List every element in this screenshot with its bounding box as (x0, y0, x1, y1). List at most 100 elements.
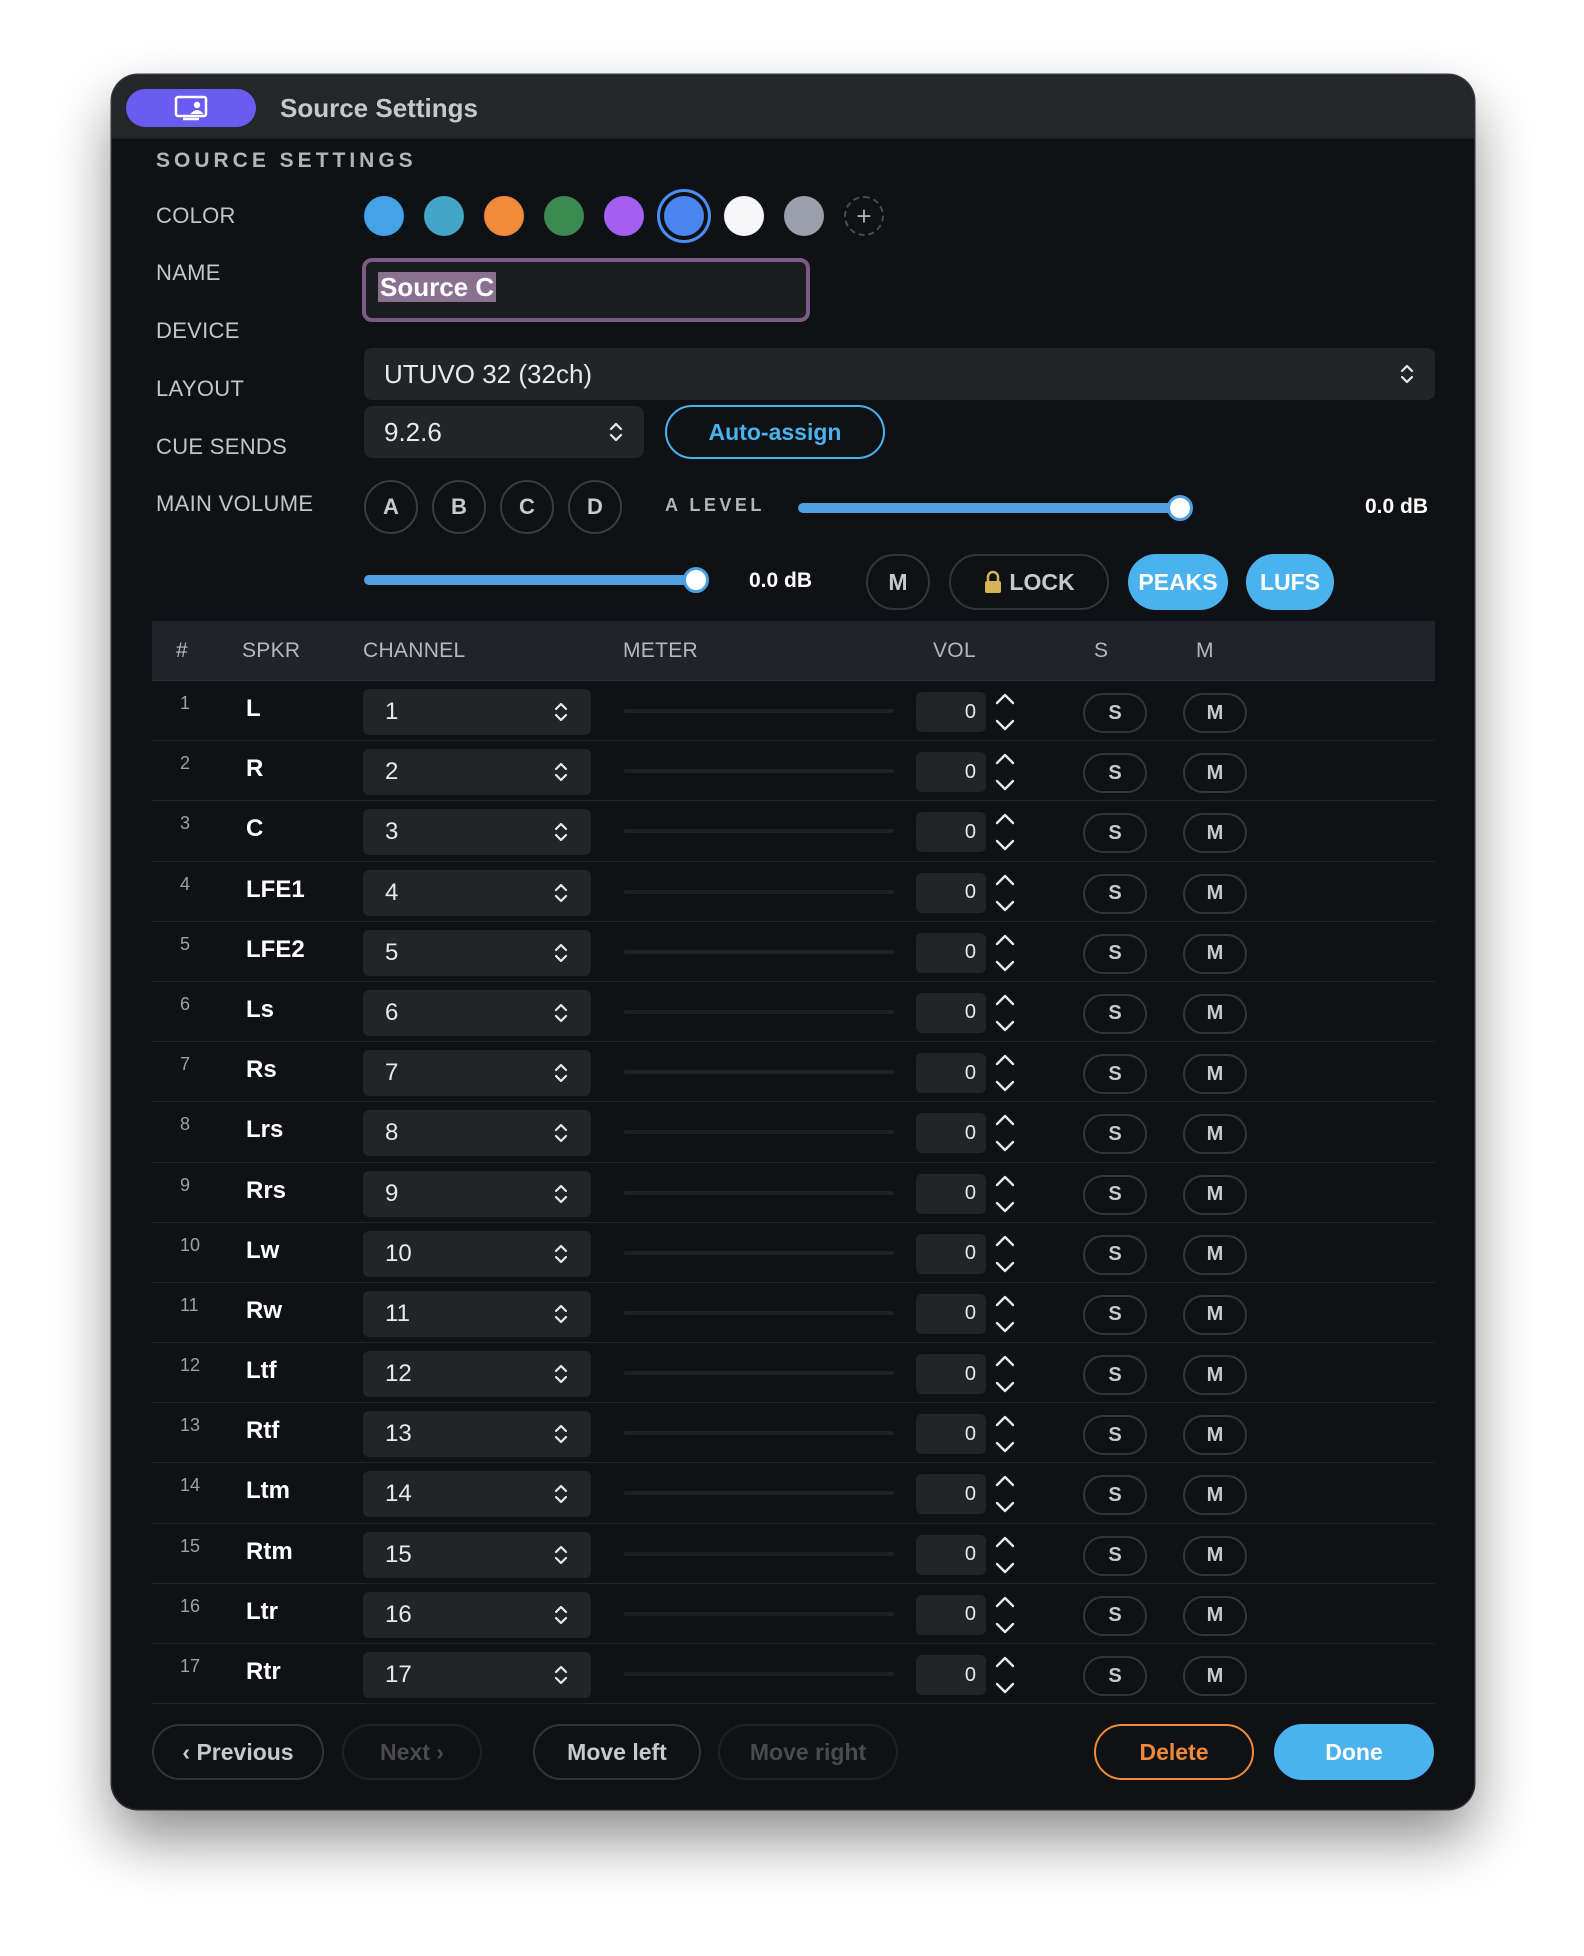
row-volume-stepper[interactable] (988, 805, 1022, 859)
cue-send-b-button[interactable]: B (432, 480, 486, 534)
row-mute-button[interactable]: M (1183, 1355, 1247, 1396)
row-volume-stepper[interactable] (988, 1407, 1022, 1461)
row-channel-select[interactable]: 13 (363, 1411, 591, 1458)
row-solo-button[interactable]: S (1083, 693, 1147, 733)
row-volume-input[interactable]: 0 (916, 1173, 986, 1214)
row-volume-stepper[interactable] (988, 1287, 1022, 1341)
color-swatch-7[interactable] (724, 196, 764, 236)
row-solo-button[interactable]: S (1083, 753, 1147, 794)
row-volume-input[interactable]: 0 (916, 752, 986, 793)
row-volume-input[interactable]: 0 (916, 692, 986, 732)
row-volume-stepper[interactable] (988, 1588, 1022, 1642)
main-volume-slider-knob[interactable] (683, 567, 709, 593)
row-solo-button[interactable]: S (1083, 1054, 1147, 1095)
row-channel-select[interactable]: 11 (363, 1290, 591, 1337)
cue-send-a-button[interactable]: A (364, 480, 418, 534)
row-mute-button[interactable]: M (1183, 693, 1247, 733)
row-channel-select[interactable]: 8 (363, 1110, 591, 1157)
cue-send-d-button[interactable]: D (568, 480, 622, 534)
color-swatch-1[interactable] (364, 196, 404, 236)
row-volume-input[interactable]: 0 (916, 1655, 986, 1695)
row-mute-button[interactable]: M (1183, 993, 1247, 1034)
row-volume-input[interactable]: 0 (916, 1293, 986, 1334)
color-swatch-2[interactable] (424, 196, 464, 236)
row-channel-select[interactable]: 9 (363, 1170, 591, 1217)
row-mute-button[interactable]: M (1183, 1174, 1247, 1215)
row-volume-stepper[interactable] (988, 1648, 1022, 1702)
row-volume-stepper[interactable] (988, 1106, 1022, 1160)
row-volume-input[interactable]: 0 (916, 812, 986, 853)
lufs-button[interactable]: LUFS (1246, 554, 1334, 610)
color-swatch-5[interactable] (604, 196, 644, 236)
row-channel-select[interactable]: 5 (363, 929, 591, 976)
row-channel-select[interactable]: 1 (363, 689, 591, 735)
row-channel-select[interactable]: 7 (363, 1050, 591, 1097)
row-mute-button[interactable]: M (1183, 1234, 1247, 1275)
row-volume-stepper[interactable] (988, 1167, 1022, 1221)
main-mute-button[interactable]: M (866, 554, 930, 610)
lock-button[interactable]: LOCK (949, 554, 1109, 610)
title-pill-button[interactable] (126, 89, 256, 127)
move-right-button[interactable]: Move right (718, 1724, 898, 1780)
row-solo-button[interactable]: S (1083, 1355, 1147, 1396)
row-channel-select[interactable]: 15 (363, 1531, 591, 1578)
row-solo-button[interactable]: S (1083, 1656, 1147, 1696)
color-swatch-4[interactable] (544, 196, 584, 236)
row-mute-button[interactable]: M (1183, 1656, 1247, 1696)
row-channel-select[interactable]: 4 (363, 869, 591, 916)
add-color-button[interactable]: + (844, 196, 884, 236)
row-volume-input[interactable]: 0 (916, 1414, 986, 1455)
row-volume-stepper[interactable] (988, 1227, 1022, 1281)
row-volume-input[interactable]: 0 (916, 1534, 986, 1575)
row-solo-button[interactable]: S (1083, 993, 1147, 1034)
row-channel-select[interactable]: 6 (363, 989, 591, 1036)
row-channel-select[interactable]: 2 (363, 749, 591, 796)
row-mute-button[interactable]: M (1183, 1535, 1247, 1576)
a-level-slider-knob[interactable] (1167, 495, 1193, 521)
row-channel-select[interactable]: 10 (363, 1230, 591, 1277)
previous-button[interactable]: ‹ Previous (152, 1724, 324, 1780)
row-volume-stepper[interactable] (988, 926, 1022, 980)
row-volume-input[interactable]: 0 (916, 1354, 986, 1395)
next-button[interactable]: Next › (342, 1724, 482, 1780)
row-mute-button[interactable]: M (1183, 753, 1247, 794)
row-volume-input[interactable]: 0 (916, 872, 986, 913)
row-volume-input[interactable]: 0 (916, 992, 986, 1033)
row-mute-button[interactable]: M (1183, 1294, 1247, 1335)
row-volume-stepper[interactable] (988, 1046, 1022, 1100)
peaks-button[interactable]: PEAKS (1128, 554, 1228, 610)
row-solo-button[interactable]: S (1083, 1294, 1147, 1335)
layout-select[interactable]: 9.2.6 (364, 406, 644, 458)
row-volume-stepper[interactable] (988, 866, 1022, 920)
row-channel-select[interactable]: 14 (363, 1471, 591, 1518)
row-mute-button[interactable]: M (1183, 1114, 1247, 1155)
delete-button[interactable]: Delete (1094, 1724, 1254, 1780)
row-mute-button[interactable]: M (1183, 1595, 1247, 1636)
row-mute-button[interactable]: M (1183, 1054, 1247, 1095)
row-mute-button[interactable]: M (1183, 1415, 1247, 1456)
row-mute-button[interactable]: M (1183, 1475, 1247, 1516)
row-volume-input[interactable]: 0 (916, 1594, 986, 1635)
row-mute-button[interactable]: M (1183, 813, 1247, 854)
row-solo-button[interactable]: S (1083, 1234, 1147, 1275)
row-volume-input[interactable]: 0 (916, 1474, 986, 1515)
move-left-button[interactable]: Move left (533, 1724, 701, 1780)
row-solo-button[interactable]: S (1083, 1475, 1147, 1516)
row-volume-stepper[interactable] (988, 986, 1022, 1040)
row-channel-select[interactable]: 3 (363, 809, 591, 856)
row-volume-stepper[interactable] (988, 1347, 1022, 1401)
done-button[interactable]: Done (1274, 1724, 1434, 1780)
row-channel-select[interactable]: 16 (363, 1591, 591, 1638)
row-volume-stepper[interactable] (988, 685, 1022, 739)
row-volume-input[interactable]: 0 (916, 1113, 986, 1154)
row-volume-input[interactable]: 0 (916, 1233, 986, 1274)
color-swatch-3[interactable] (484, 196, 524, 236)
row-channel-select[interactable]: 17 (363, 1652, 591, 1698)
row-solo-button[interactable]: S (1083, 1595, 1147, 1636)
row-volume-input[interactable]: 0 (916, 932, 986, 973)
row-mute-button[interactable]: M (1183, 933, 1247, 974)
auto-assign-button[interactable]: Auto-assign (665, 405, 885, 459)
row-channel-select[interactable]: 12 (363, 1351, 591, 1398)
row-volume-stepper[interactable] (988, 745, 1022, 799)
name-field[interactable]: Source C (362, 258, 810, 322)
